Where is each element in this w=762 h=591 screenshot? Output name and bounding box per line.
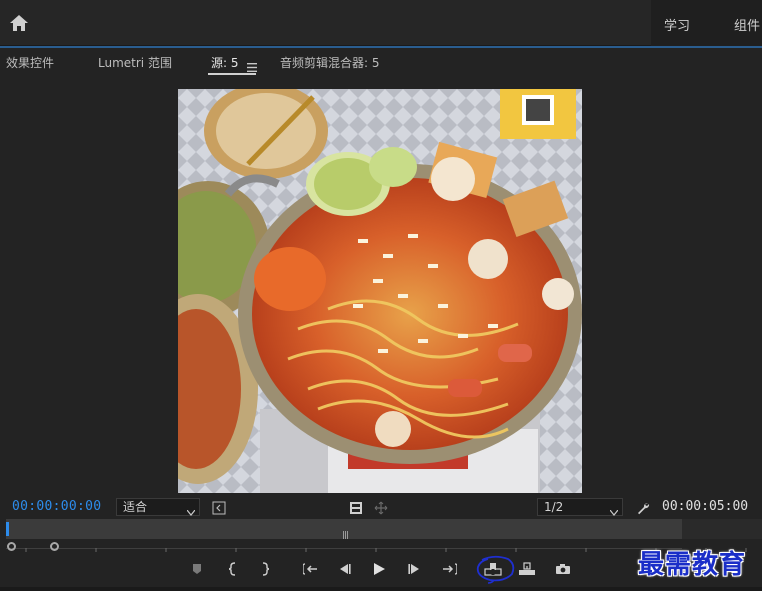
go-to-out-icon[interactable] [440,560,458,578]
hamburger-menu-icon[interactable] [247,57,257,72]
export-frame-camera-icon[interactable] [554,560,572,578]
workspace-tabs: 学习 组件 [651,0,762,46]
step-back-icon[interactable] [335,560,353,578]
source-monitor-panel: 效果控件 Lumetri 范围 源: 5 音频剪辑混合器: 5 00:00:00… [0,48,762,591]
zoom-handle-right[interactable] [50,542,59,551]
mark-in-icon[interactable] [224,560,242,578]
current-timecode[interactable]: 00:00:00:00 [12,499,101,514]
wrench-settings-icon[interactable] [636,500,650,515]
go-to-in-icon[interactable] [302,560,320,578]
duration-timecode: 00:00:05:00 [662,499,749,514]
zoom-select[interactable]: 适合 [116,498,200,516]
chevron-down-icon [186,504,196,516]
video-preview[interactable] [178,89,582,493]
time-ruler-tail [682,519,762,539]
annotation-circle [474,554,516,584]
tab-effect-controls[interactable]: 效果控件 [6,54,54,71]
bottom-edge [0,587,762,591]
tab-audio-clip-mixer[interactable]: 音频剪辑混合器: 5 [280,54,380,71]
zoom-handle-left[interactable] [7,542,16,551]
resolution-select-value: 1/2 [544,500,564,514]
monitor-controls-row: 00:00:00:00 适合 1/2 00:00:05:00 [0,498,762,518]
watermark-text: 最需教育 [638,550,747,580]
drag-video-icon[interactable] [374,500,388,515]
play-icon[interactable] [370,560,388,578]
mark-out-icon[interactable] [256,560,274,578]
top-bar: 学习 组件 [0,0,762,46]
step-forward-icon[interactable] [406,560,424,578]
workspace-tab-learn[interactable]: 学习 [664,15,690,34]
panel-tabs: 效果控件 Lumetri 范围 源: 5 音频剪辑混合器: 5 [0,48,762,76]
add-marker-icon[interactable] [188,560,206,578]
home-icon[interactable] [8,12,30,34]
fit-bracket-icon[interactable] [212,500,226,515]
food-photo-image [178,89,582,493]
zoom-select-value: 适合 [123,500,148,514]
chevron-down-icon [609,504,619,516]
film-frame-icon[interactable] [349,500,363,514]
center-marker-icon [343,524,348,539]
playhead[interactable] [6,522,9,536]
tab-lumetri-scopes[interactable]: Lumetri 范围 [98,54,172,71]
tab-source[interactable]: 源: 5 [211,54,239,71]
workspace-tab-assembly[interactable]: 组件 [734,15,760,34]
overwrite-icon[interactable] [518,560,536,578]
active-tab-underline [208,73,256,75]
resolution-select[interactable]: 1/2 [537,498,623,516]
